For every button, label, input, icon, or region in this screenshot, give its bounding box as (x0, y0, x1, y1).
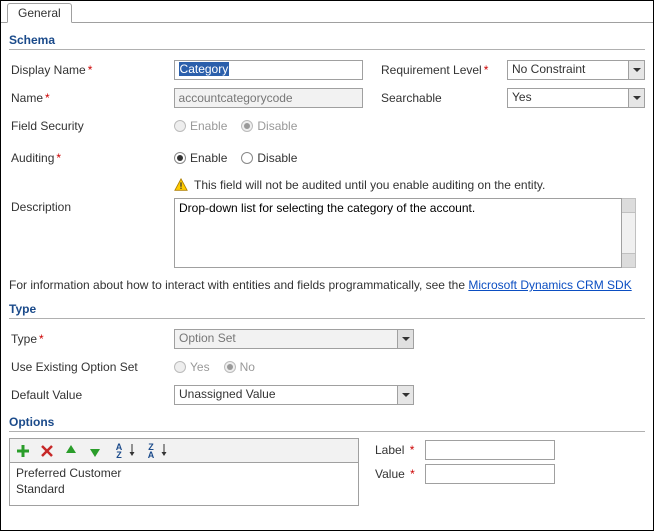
auditing-enable[interactable]: Enable (174, 151, 227, 165)
description-textarea[interactable]: Drop-down list for selecting the categor… (174, 198, 622, 268)
sort-desc-arrow (161, 442, 167, 459)
add-icon[interactable] (15, 443, 31, 459)
display-name-input[interactable]: Category (174, 60, 363, 80)
field-security-group: Enable Disable (174, 119, 297, 133)
use-existing-group: Yes No (174, 360, 255, 374)
label-option-value: Value * (375, 467, 425, 481)
sort-desc-icon[interactable]: ZA (143, 443, 159, 459)
auditing-group: Enable Disable (174, 151, 297, 165)
option-value-input[interactable] (425, 464, 555, 484)
auditing-warning: This field will not be audited until you… (174, 178, 645, 192)
sdk-info: For information about how to interact wi… (9, 278, 645, 292)
use-existing-no: No (224, 360, 255, 374)
field-security-enable: Enable (174, 119, 227, 133)
scrollbar-stub (622, 198, 636, 268)
list-item[interactable]: Preferred Customer (16, 465, 352, 481)
dropdown-icon (628, 89, 644, 107)
dropdown-icon (397, 330, 413, 348)
options-toolbar: AZ ZA (9, 438, 359, 463)
type-select: Option Set (174, 329, 414, 349)
label-description: Description (9, 198, 174, 214)
label-field-security: Field Security (9, 119, 174, 133)
dropdown-icon (628, 61, 644, 79)
label-type: Type* (9, 332, 174, 346)
delete-icon[interactable] (39, 443, 55, 459)
field-security-disable: Disable (241, 119, 297, 133)
options-list[interactable]: Preferred Customer Standard (9, 463, 359, 506)
tab-general[interactable]: General (7, 3, 72, 23)
label-auditing: Auditing* (9, 151, 174, 165)
auditing-disable[interactable]: Disable (241, 151, 297, 165)
requirement-level-select[interactable]: No Constraint (507, 60, 645, 80)
option-label-input[interactable] (425, 440, 555, 460)
label-requirement-level: Requirement Level* (381, 63, 507, 77)
section-schema: Schema (9, 29, 645, 50)
sort-asc-icon[interactable]: AZ (111, 443, 127, 459)
label-default-value: Default Value (9, 388, 174, 402)
default-value-select[interactable]: Unassigned Value (174, 385, 414, 405)
tab-bar: General (1, 1, 653, 23)
label-option-label: Label * (375, 443, 425, 457)
sort-asc-arrow (129, 442, 135, 459)
sdk-link[interactable]: Microsoft Dynamics CRM SDK (468, 278, 631, 292)
use-existing-yes: Yes (174, 360, 210, 374)
name-input (174, 88, 363, 108)
list-item[interactable]: Standard (16, 481, 352, 497)
dropdown-icon (397, 386, 413, 404)
label-display-name: Display Name* (9, 63, 174, 77)
move-down-icon[interactable] (87, 443, 103, 459)
field-editor-window: General Schema Display Name* Category Re… (0, 0, 654, 531)
label-use-existing: Use Existing Option Set (9, 360, 174, 374)
section-options: Options (9, 411, 645, 432)
move-up-icon[interactable] (63, 443, 79, 459)
searchable-select[interactable]: Yes (507, 88, 645, 108)
section-type: Type (9, 298, 645, 319)
warning-icon (174, 178, 188, 192)
label-name: Name* (9, 91, 174, 105)
label-searchable: Searchable (381, 91, 507, 105)
